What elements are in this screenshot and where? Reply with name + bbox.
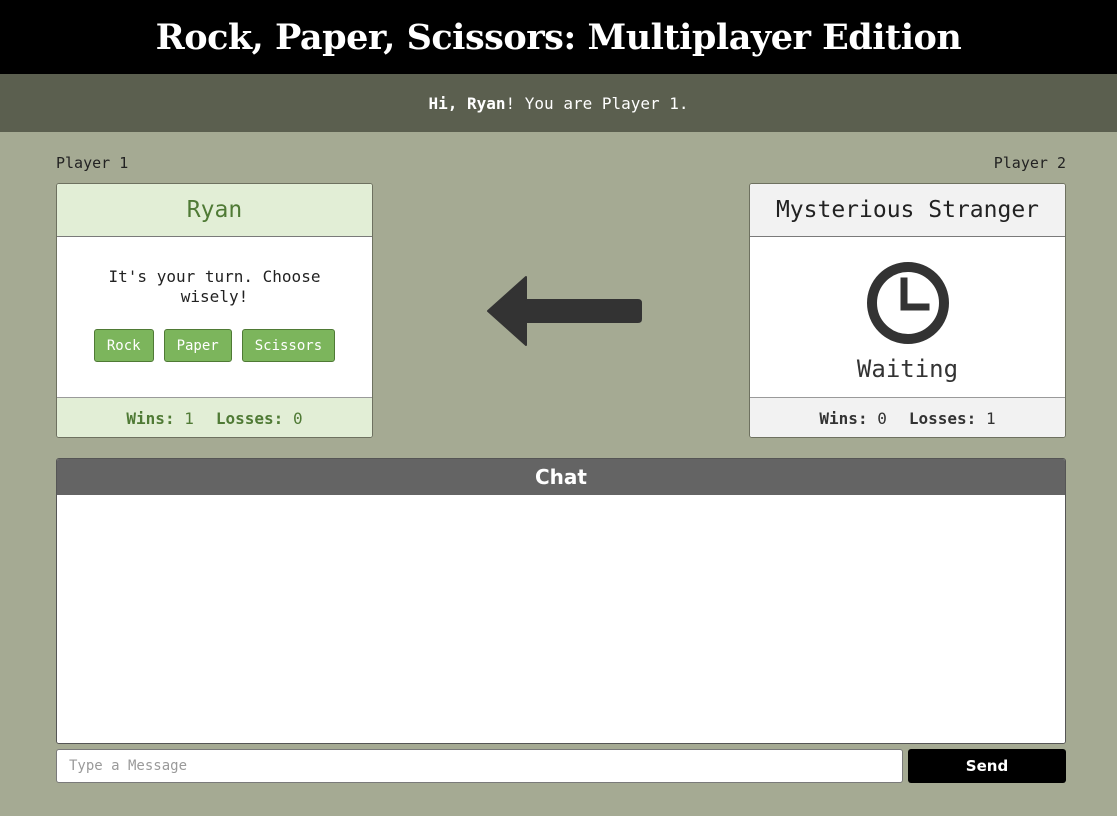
- choice-buttons: Rock Paper Scissors: [93, 329, 336, 362]
- player2-losses-label: Losses:: [908, 408, 977, 428]
- greeting-prefix: Hi,: [428, 93, 467, 113]
- player2-wins-label: Wins:: [819, 408, 868, 428]
- send-button[interactable]: Send: [908, 749, 1066, 783]
- player1-body: It's your turn. Choose wisely! Rock Pape…: [57, 237, 372, 397]
- chat-log[interactable]: [57, 495, 1065, 743]
- title-bar: Rock, Paper, Scissors: Multiplayer Editi…: [0, 0, 1117, 74]
- player1-name: Ryan: [57, 184, 372, 237]
- player2-status: Waiting: [856, 355, 959, 383]
- player2-name: Mysterious Stranger: [750, 184, 1065, 237]
- greeting-name: Ryan: [466, 93, 506, 113]
- clock-icon: [866, 261, 950, 349]
- player1-wins: Wins: 1: [126, 409, 193, 428]
- greeting-bar: Hi, Ryan! You are Player 1.: [0, 74, 1117, 132]
- player2-wins: Wins: 0: [819, 409, 886, 428]
- player2-label: Player 2: [993, 154, 1066, 172]
- scissors-button[interactable]: Scissors: [241, 329, 336, 362]
- chat-title: Chat: [57, 459, 1065, 495]
- greeting-suffix: ! You are Player 1.: [505, 93, 689, 113]
- player1-losses: Losses: 0: [216, 409, 303, 428]
- player2-body: Waiting: [750, 237, 1065, 397]
- player2-score: Wins: 0 Losses: 1: [750, 397, 1065, 437]
- player1-losses-value: 0: [292, 408, 303, 428]
- chat-message-input[interactable]: [56, 749, 903, 783]
- player1-wins-label: Wins:: [126, 408, 175, 428]
- player2-losses-value: 1: [985, 408, 996, 428]
- rock-button[interactable]: Rock: [93, 329, 154, 362]
- player2-card: Mysterious Stranger Waiting Wins: 0 Loss…: [749, 183, 1066, 438]
- player1-label: Player 1: [56, 154, 129, 172]
- paper-button[interactable]: Paper: [163, 329, 232, 362]
- player1-score: Wins: 1 Losses: 0: [57, 397, 372, 437]
- player1-wins-value: 1: [184, 408, 194, 428]
- player2-losses: Losses: 1: [909, 409, 996, 428]
- chat-panel: Chat: [56, 458, 1066, 744]
- player1-card: Ryan It's your turn. Choose wisely! Rock…: [56, 183, 373, 438]
- turn-arrow: [486, 274, 642, 350]
- turn-prompt: It's your turn. Choose wisely!: [108, 267, 321, 306]
- player1-losses-label: Losses:: [215, 408, 284, 428]
- page-title: Rock, Paper, Scissors: Multiplayer Editi…: [155, 16, 962, 58]
- greeting-message: Hi, Ryan! You are Player 1.: [428, 94, 688, 113]
- arrow-left-icon: [487, 276, 642, 346]
- player2-wins-value: 0: [877, 408, 887, 428]
